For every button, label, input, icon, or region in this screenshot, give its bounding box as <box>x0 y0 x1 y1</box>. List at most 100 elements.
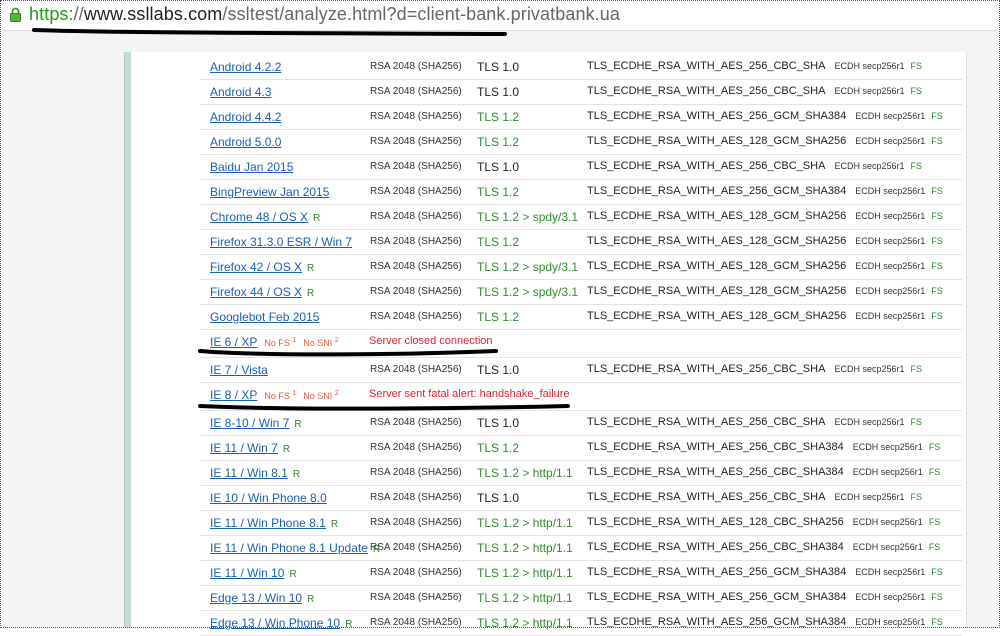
client-link[interactable]: IE 11 / Win 10 <box>210 566 284 580</box>
cipher-suite-name: TLS_ECDHE_RSA_WITH_AES_256_GCM_SHA384 <box>587 566 847 578</box>
client-cell: IE 10 / Win Phone 8.0 <box>210 491 327 505</box>
lock-icon <box>10 7 21 22</box>
protocol-cell: TLS 1.2 > http/1.1 <box>477 591 573 605</box>
forward-secrecy-flag: FS <box>928 517 941 527</box>
cert-cell: RSA 2048 (SHA256) <box>370 286 462 297</box>
cert-cell: RSA 2048 (SHA256) <box>370 364 462 375</box>
key-exchange: ECDH secp256r1 <box>852 442 923 452</box>
url-domain: www.ssllabs.com <box>83 4 223 24</box>
cipher-suite-name: TLS_ECDHE_RSA_WITH_AES_128_GCM_SHA256 <box>587 285 847 297</box>
key-exchange: ECDH secp256r1 <box>852 467 923 477</box>
url-text[interactable]: https://www.ssllabs.com/ssltest/analyze.… <box>29 4 620 25</box>
protocol-cell: TLS 1.2 > spdy/3.1 <box>477 285 579 299</box>
forward-secrecy-flag: FS <box>931 617 943 627</box>
forward-secrecy-flag: FS <box>931 211 943 221</box>
client-link[interactable]: BingPreview Jan 2015 <box>210 185 329 199</box>
table-row: IE 7 / Vista RSA 2048 (SHA256) TLS 1.0 TLS_… <box>200 358 962 383</box>
cipher-suite-name: TLS_ECDHE_RSA_WITH_AES_256_GCM_SHA384 <box>587 591 847 603</box>
client-link[interactable]: Firefox 31.3.0 ESR / Win 7 <box>210 235 352 249</box>
cipher-suite-cell: TLS_ECDHE_RSA_WITH_AES_256_CBC_SHA ECDH s… <box>587 85 922 97</box>
table-row: Firefox 31.3.0 ESR / Win 7 RSA 2048 (SHA2… <box>200 230 962 255</box>
client-link[interactable]: IE 8-10 / Win 7 <box>210 416 289 430</box>
client-link[interactable]: IE 11 / Win Phone 8.1 Update <box>210 541 368 555</box>
table-row: Baidu Jan 2015 RSA 2048 (SHA256) TLS 1.0 TL… <box>200 155 962 180</box>
client-link[interactable]: Android 4.3 <box>210 85 271 99</box>
page-left-border <box>124 52 131 628</box>
client-cell: Android 5.0.0 <box>210 135 281 149</box>
reference-flag: R <box>345 619 353 630</box>
client-cell: Firefox 42 / OS X R <box>210 260 314 274</box>
client-cell: Android 4.3 <box>210 85 271 99</box>
client-link[interactable]: Firefox 42 / OS X <box>210 260 302 274</box>
client-link[interactable]: Edge 13 / Win 10 <box>210 591 302 605</box>
forward-secrecy-flag: FS <box>928 542 941 552</box>
client-link[interactable]: IE 8 / XP <box>210 388 257 402</box>
cipher-suite-name: TLS_ECDHE_RSA_WITH_AES_256_GCM_SHA384 <box>587 616 847 628</box>
protocol-cell: TLS 1.2 <box>477 135 520 149</box>
cipher-suite-name: TLS_ECDHE_RSA_WITH_AES_256_CBC_SHA <box>587 85 826 97</box>
client-link[interactable]: IE 11 / Win 7 <box>210 441 278 455</box>
cert-cell: RSA 2048 (SHA256) <box>370 111 462 122</box>
cipher-suite-cell: TLS_ECDHE_RSA_WITH_AES_256_CBC_SHA ECDH s… <box>587 60 922 72</box>
key-exchange: ECDH secp256r1 <box>834 61 905 71</box>
client-link[interactable]: IE 7 / Vista <box>210 363 268 377</box>
cipher-suite-cell: TLS_ECDHE_RSA_WITH_AES_256_CBC_SHA384 ECD… <box>587 541 940 553</box>
protocol-cell: TLS 1.2 > http/1.1 <box>477 516 573 530</box>
client-cell: IE 11 / Win 10 R <box>210 566 297 580</box>
key-exchange: ECDH secp256r1 <box>855 236 926 246</box>
cert-cell: RSA 2048 (SHA256) <box>370 417 462 428</box>
cipher-suite-cell: TLS_ECDHE_RSA_WITH_AES_128_CBC_SHA256 ECD… <box>587 516 940 528</box>
client-link[interactable]: IE 10 / Win Phone 8.0 <box>210 491 327 505</box>
client-cell: IE 11 / Win Phone 8.1 R <box>210 516 338 530</box>
cert-cell: RSA 2048 (SHA256) <box>370 261 462 272</box>
table-row: Googlebot Feb 2015 RSA 2048 (SHA256) TLS 1… <box>200 305 962 330</box>
table-row: IE 11 / Win 8.1 R RSA 2048 (SHA256) TLS 1.2… <box>200 461 962 486</box>
client-link[interactable]: IE 11 / Win 8.1 <box>210 466 288 480</box>
cert-cell: RSA 2048 (SHA256) <box>370 542 462 553</box>
cipher-suite-cell: TLS_ECDHE_RSA_WITH_AES_256_GCM_SHA384 ECD… <box>587 110 943 122</box>
client-link[interactable]: Googlebot Feb 2015 <box>210 310 319 324</box>
forward-secrecy-flag: FS <box>910 492 922 502</box>
reference-flag: R <box>313 213 321 224</box>
cipher-suite-cell: TLS_ECDHE_RSA_WITH_AES_128_GCM_SHA256 ECD… <box>587 210 943 222</box>
cipher-suite-cell: TLS_ECDHE_RSA_WITH_AES_128_GCM_SHA256 ECD… <box>587 260 943 272</box>
client-link[interactable]: Baidu Jan 2015 <box>210 160 293 174</box>
client-link[interactable]: Android 4.2.2 <box>210 60 281 74</box>
handshake-error: Server sent fatal alert: handshake_failu… <box>369 388 570 400</box>
cipher-suite-cell: TLS_ECDHE_RSA_WITH_AES_128_GCM_SHA256 ECD… <box>587 135 943 147</box>
client-cell: Android 4.4.2 <box>210 110 281 124</box>
key-exchange: ECDH secp256r1 <box>855 567 926 577</box>
client-cell: IE 11 / Win 8.1 R <box>210 466 300 480</box>
table-row: Firefox 44 / OS X R RSA 2048 (SHA256) TLS 1… <box>200 280 962 305</box>
cipher-suite-name: TLS_ECDHE_RSA_WITH_AES_256_CBC_SHA <box>587 363 826 375</box>
reference-flag: R <box>282 444 291 455</box>
page-right-edge <box>966 52 967 628</box>
client-cell: IE 7 / Vista <box>210 363 268 377</box>
client-link[interactable]: Android 4.4.2 <box>210 110 281 124</box>
no-sni-flag: No SNI 2 <box>303 337 339 348</box>
cipher-suite-name: TLS_ECDHE_RSA_WITH_AES_256_CBC_SHA384 <box>587 541 844 553</box>
key-exchange: ECDH secp256r1 <box>855 211 926 221</box>
key-exchange: ECDH secp256r1 <box>834 492 905 502</box>
client-link[interactable]: IE 11 / Win Phone 8.1 <box>210 516 326 530</box>
table-row: Edge 13 / Win 10 R RSA 2048 (SHA256) TLS 1.… <box>200 586 962 611</box>
forward-secrecy-flag: FS <box>931 592 943 602</box>
client-link[interactable]: IE 6 / XP <box>210 335 257 349</box>
reference-flag: R <box>330 519 339 530</box>
client-cell: Firefox 44 / OS X R <box>210 285 314 299</box>
url-separator: :// <box>68 4 84 24</box>
protocol-cell: TLS 1.0 <box>477 416 520 430</box>
cipher-suite-cell: TLS_ECDHE_RSA_WITH_AES_256_CBC_SHA384 ECD… <box>587 466 940 478</box>
client-cell: IE 11 / Win Phone 8.1 Update R <box>210 541 380 555</box>
client-link[interactable]: Firefox 44 / OS X <box>210 285 302 299</box>
key-exchange: ECDH secp256r1 <box>834 364 905 374</box>
cipher-suite-cell: TLS_ECDHE_RSA_WITH_AES_128_GCM_SHA256 ECD… <box>587 235 943 247</box>
client-link[interactable]: Android 5.0.0 <box>210 135 281 149</box>
table-row: Edge 13 / Win Phone 10 R RSA 2048 (SHA256)… <box>200 611 962 636</box>
cipher-suite-name: TLS_ECDHE_RSA_WITH_AES_256_GCM_SHA384 <box>587 185 847 197</box>
key-exchange: ECDH secp256r1 <box>855 286 926 296</box>
client-link[interactable]: Chrome 48 / OS X <box>210 210 308 224</box>
forward-secrecy-flag: FS <box>931 136 943 146</box>
address-bar[interactable]: https://www.ssllabs.com/ssltest/analyze.… <box>2 0 998 30</box>
cipher-suite-name: TLS_ECDHE_RSA_WITH_AES_256_CBC_SHA <box>587 160 826 172</box>
